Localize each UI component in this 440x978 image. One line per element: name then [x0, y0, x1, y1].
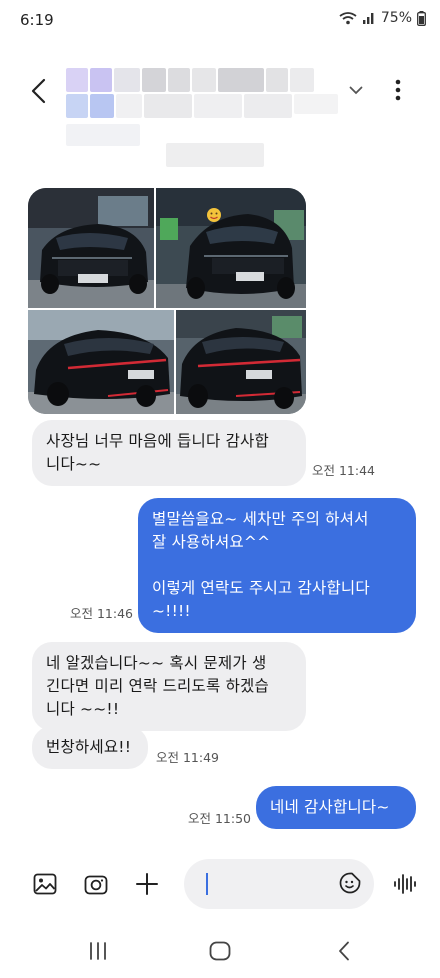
voice-wave-icon: [394, 874, 416, 894]
chevron-down-icon: [349, 86, 363, 94]
camera-button[interactable]: [81, 869, 111, 899]
battery-icon: [417, 10, 426, 26]
contact-name-blurred[interactable]: [66, 68, 338, 122]
message-input-wrapper[interactable]: [184, 859, 374, 909]
message-timestamp: 오전 11:50: [188, 811, 251, 826]
home-button[interactable]: [200, 936, 240, 966]
message-composer: [0, 855, 440, 915]
message-timestamp: 오전 11:46: [70, 606, 133, 621]
recents-button[interactable]: [78, 936, 118, 966]
contact-number-blurred: [66, 124, 140, 146]
status-time: 6:19: [20, 11, 54, 29]
message-bubble-incoming[interactable]: 사장님 너무 마음에 듭니다 감사합 니다~~: [32, 420, 306, 486]
message-input[interactable]: [200, 867, 326, 901]
photo-rear-left[interactable]: [28, 310, 174, 414]
date-divider-blurred: [166, 143, 264, 167]
image-icon: [33, 873, 57, 895]
nav-back-icon: [339, 941, 349, 961]
chevron-left-icon: [31, 78, 46, 104]
message-bubble-outgoing[interactable]: 별말씀을요~ 세차만 주의 하셔서 잘 사용하셔요^^ 이렇게 연락도 주시고 …: [138, 498, 416, 633]
expand-contact-button[interactable]: [344, 78, 368, 102]
sticker-button[interactable]: [336, 869, 364, 897]
add-attachment-button[interactable]: [132, 869, 162, 899]
text-cursor: [206, 873, 208, 895]
sticker-icon: [339, 872, 361, 894]
home-icon: [209, 941, 231, 961]
message-timestamp: 오전 11:44: [312, 463, 375, 478]
message-timestamp: 오전 11:49: [156, 750, 219, 765]
photo-front-left[interactable]: [28, 188, 154, 308]
back-button[interactable]: [24, 74, 52, 108]
recents-icon: [90, 942, 106, 960]
signal-icon: [362, 11, 376, 25]
photo-rear-right[interactable]: [176, 310, 306, 414]
voice-record-button[interactable]: [390, 869, 420, 899]
battery-percent: 75%: [380, 10, 412, 26]
system-navigation-bar: [0, 926, 440, 978]
wifi-icon: [339, 11, 357, 25]
photo-attachment-grid[interactable]: [28, 188, 306, 414]
message-bubble-outgoing[interactable]: 네네 감사합니다~: [256, 786, 416, 829]
message-bubble-incoming[interactable]: 번창하세요!!: [32, 726, 148, 769]
photo-front-right[interactable]: [156, 188, 306, 308]
camera-icon: [84, 875, 108, 895]
status-icons: 75%: [339, 10, 426, 26]
plus-icon: [136, 873, 158, 895]
gallery-button[interactable]: [30, 869, 60, 899]
nav-back-button[interactable]: [324, 936, 364, 966]
more-options-button[interactable]: [386, 74, 410, 106]
more-vertical-icon: [395, 79, 401, 101]
status-bar: 6:19 75%: [0, 0, 440, 42]
message-bubble-incoming[interactable]: 네 알겠습니다~~ 혹시 문제가 생 긴다면 미리 연락 드리도록 하겠습 니다…: [32, 642, 306, 731]
